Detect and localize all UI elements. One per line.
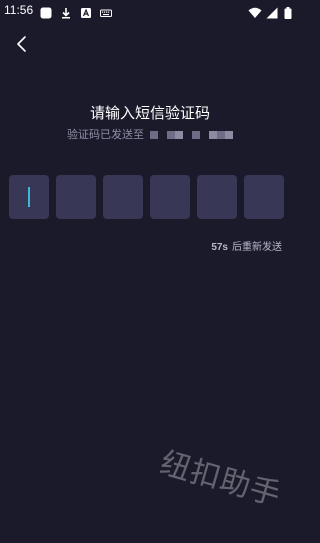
countdown-seconds: 57s	[211, 242, 228, 253]
download-icon	[60, 4, 72, 19]
status-bar: 11:56	[0, 0, 300, 22]
code-digit-input-6[interactable]	[244, 175, 284, 219]
battery-icon	[284, 4, 296, 19]
app-icon	[40, 4, 52, 19]
page-title: 请输入短信验证码	[89, 104, 210, 122]
code-digit-input-3[interactable]	[103, 175, 143, 219]
status-time: 11:56	[4, 3, 34, 17]
code-digit-input-4[interactable]	[150, 175, 190, 219]
wifi-icon	[248, 4, 262, 18]
a-badge-icon	[80, 4, 92, 18]
chevron-left-icon	[15, 35, 29, 57]
status-left-icons	[40, 4, 112, 19]
back-button[interactable]	[10, 34, 34, 58]
sent-to-row: 验证码已发送至	[0, 127, 300, 143]
resend-label: 后重新发送	[232, 242, 282, 253]
sent-to-label: 验证码已发送至	[67, 128, 144, 141]
code-digit-input-2[interactable]	[56, 175, 96, 219]
code-digit-input-1[interactable]	[9, 175, 49, 219]
watermark: 纽扣助手	[156, 445, 285, 514]
resend-countdown: 57s 后重新发送	[211, 241, 282, 255]
text-cursor	[28, 187, 30, 207]
code-input-row	[9, 175, 284, 219]
signal-icon	[266, 4, 278, 19]
keyboard-icon	[100, 4, 112, 17]
code-digit-input-5[interactable]	[197, 175, 237, 219]
status-right-icons	[248, 4, 296, 19]
masked-phone-number	[150, 131, 233, 139]
